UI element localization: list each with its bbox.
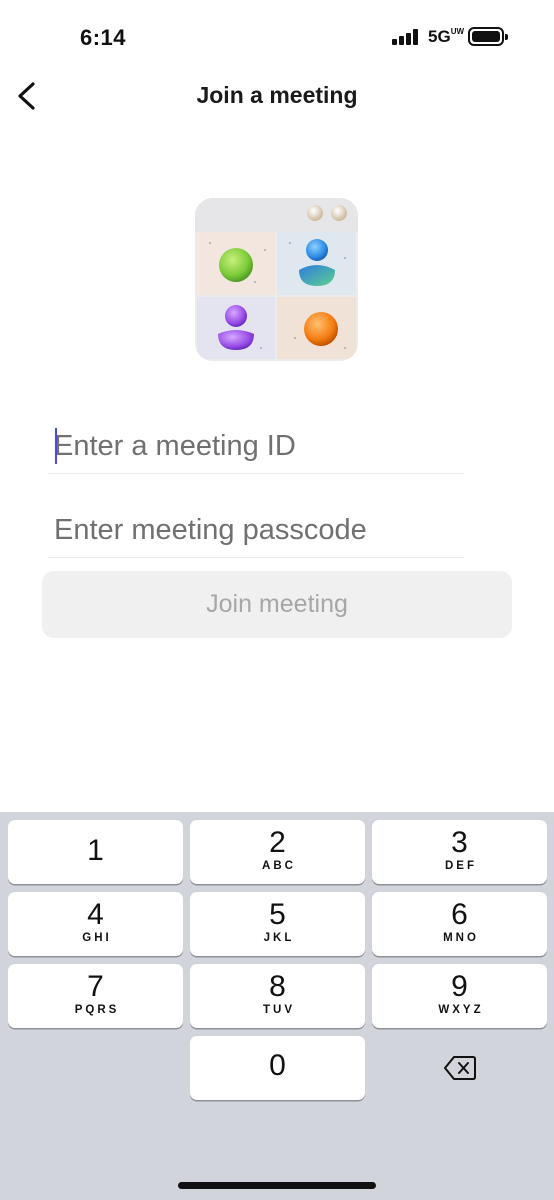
key-7[interactable]: 7 PQRS: [8, 964, 183, 1028]
network-indicator: 5GUW: [428, 27, 464, 47]
key-digit: 4: [87, 898, 104, 931]
delete-key[interactable]: [372, 1036, 547, 1100]
status-time: 6:14: [80, 25, 127, 50]
meeting-id-input[interactable]: [54, 424, 454, 468]
status-bar: 6:14 5GUW: [0, 0, 554, 70]
network-label: 5G: [428, 27, 451, 46]
key-digit: 7: [87, 970, 104, 1003]
key-8[interactable]: 8 TUV: [190, 964, 365, 1028]
key-9[interactable]: 9 WXYZ: [372, 964, 547, 1028]
passcode-input[interactable]: [54, 508, 454, 552]
key-digit: 8: [269, 970, 286, 1003]
key-letters: MNO: [443, 932, 479, 944]
key-digit: 6: [451, 898, 468, 931]
key-2[interactable]: 2 ABC: [190, 820, 365, 884]
key-letters: PQRS: [74, 1004, 120, 1016]
key-letters: JKL: [263, 932, 295, 944]
key-0[interactable]: 0: [190, 1036, 365, 1100]
network-suffix: UW: [450, 27, 465, 36]
signal-icon: [392, 29, 420, 45]
join-meeting-button[interactable]: Join meeting: [42, 571, 512, 638]
key-digit: 3: [451, 826, 468, 859]
home-indicator[interactable]: [178, 1182, 376, 1189]
key-4[interactable]: 4 GHI: [8, 892, 183, 956]
nav-bar: Join a meeting: [0, 70, 554, 126]
key-letters: DEF: [445, 860, 477, 872]
key-letters: GHI: [82, 932, 112, 944]
numeric-keypad: 1 2 ABC 3 DEF 4 GHI 5 JKL 6 MNO 7 PQRS 8…: [0, 812, 554, 1200]
key-3[interactable]: 3 DEF: [372, 820, 547, 884]
key-1[interactable]: 1: [8, 820, 183, 884]
meeting-grid-illustration: [195, 198, 358, 361]
meeting-id-field[interactable]: [48, 418, 464, 474]
key-letters: WXYZ: [438, 1004, 484, 1016]
key-digit: 9: [451, 970, 468, 1003]
passcode-field[interactable]: [48, 502, 464, 558]
backspace-icon: [443, 1056, 476, 1080]
key-letters: ABC: [262, 860, 296, 872]
key-digit: 0: [269, 1049, 286, 1082]
key-letters: TUV: [263, 1004, 295, 1016]
key-5[interactable]: 5 JKL: [190, 892, 365, 956]
key-digit: 2: [269, 826, 286, 859]
page-title: Join a meeting: [196, 82, 358, 108]
key-digit: 1: [87, 834, 104, 867]
key-6[interactable]: 6 MNO: [372, 892, 547, 956]
key-digit: 5: [269, 898, 286, 931]
battery-icon: [468, 27, 508, 46]
text-cursor: [55, 428, 57, 464]
